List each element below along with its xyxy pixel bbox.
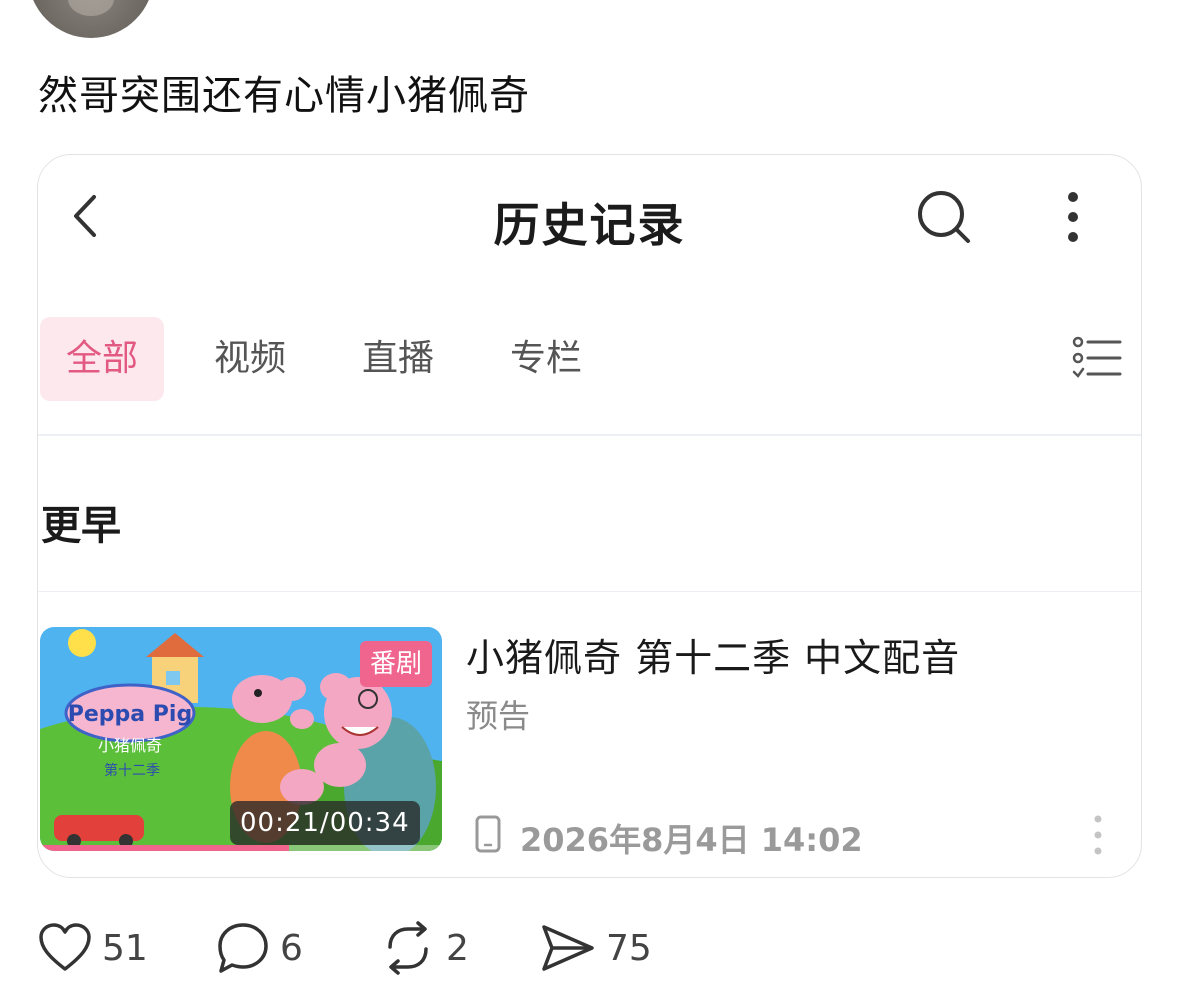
post-page: 然哥突围还有心情小猪佩奇 历史记录 全部 视频 直播 专栏 更早 Peppa P… <box>0 0 1179 995</box>
item-more-icon[interactable] <box>1090 813 1106 857</box>
repost-count: 2 <box>446 927 469 969</box>
search-icon[interactable] <box>914 187 974 247</box>
history-nav-bar: 历史记录 <box>38 155 1141 285</box>
like-count: 51 <box>102 927 148 969</box>
divider <box>38 591 1141 592</box>
tab-live[interactable]: 直播 <box>346 317 450 401</box>
heart-icon <box>39 923 91 971</box>
video-title[interactable]: 小猪佩奇 第十二季 中文配音 <box>466 627 960 682</box>
bangumi-badge: 番剧 <box>360 641 433 687</box>
page-title: 历史记录 <box>493 198 686 252</box>
divider <box>38 434 1141 436</box>
phone-icon <box>475 815 501 853</box>
checklist-icon[interactable] <box>1072 335 1122 381</box>
share-count: 75 <box>606 927 652 969</box>
tab-column[interactable]: 专栏 <box>494 317 598 401</box>
history-tabs: 全部 视频 直播 专栏 <box>38 317 1141 401</box>
send-icon <box>542 925 594 971</box>
thumbnail-season: 第十二季 <box>104 762 160 779</box>
reply-button[interactable]: 6 <box>216 915 303 981</box>
like-button[interactable]: 51 <box>38 915 148 981</box>
video-subtitle: 预告 <box>466 697 531 735</box>
tab-video[interactable]: 视频 <box>198 317 302 401</box>
thumbnail-cn-title: 小猪佩奇 <box>98 736 162 755</box>
share-button[interactable]: 75 <box>540 915 652 981</box>
section-label: 更早 <box>41 503 121 549</box>
thumbnail-logo: Peppa Pig <box>68 702 192 727</box>
embedded-screenshot[interactable]: 历史记录 全部 视频 直播 专栏 更早 Peppa Pig 小猪佩奇 第十二季 … <box>37 154 1142 878</box>
playback-time: 00:21/00:34 <box>230 801 420 845</box>
video-thumbnail[interactable]: Peppa Pig 小猪佩奇 第十二季 番剧 00:21/00:34 <box>40 627 442 851</box>
repost-button[interactable]: 2 <box>380 915 469 981</box>
post-text: 然哥突围还有心情小猪佩奇 <box>38 73 530 119</box>
history-item[interactable]: Peppa Pig 小猪佩奇 第十二季 番剧 00:21/00:34 小猪佩奇 … <box>38 625 1141 859</box>
more-vertical-icon[interactable] <box>1058 189 1088 245</box>
progress-bar <box>40 845 290 851</box>
comment-bubble-icon <box>218 923 268 973</box>
repost-icon <box>388 921 428 975</box>
tab-all[interactable]: 全部 <box>40 317 164 401</box>
post-action-bar: 51 6 2 75 <box>0 915 1179 981</box>
watched-timestamp: 2026年8月4日 14:02 <box>520 821 863 859</box>
reply-count: 6 <box>280 927 303 969</box>
avatar[interactable] <box>28 0 154 38</box>
